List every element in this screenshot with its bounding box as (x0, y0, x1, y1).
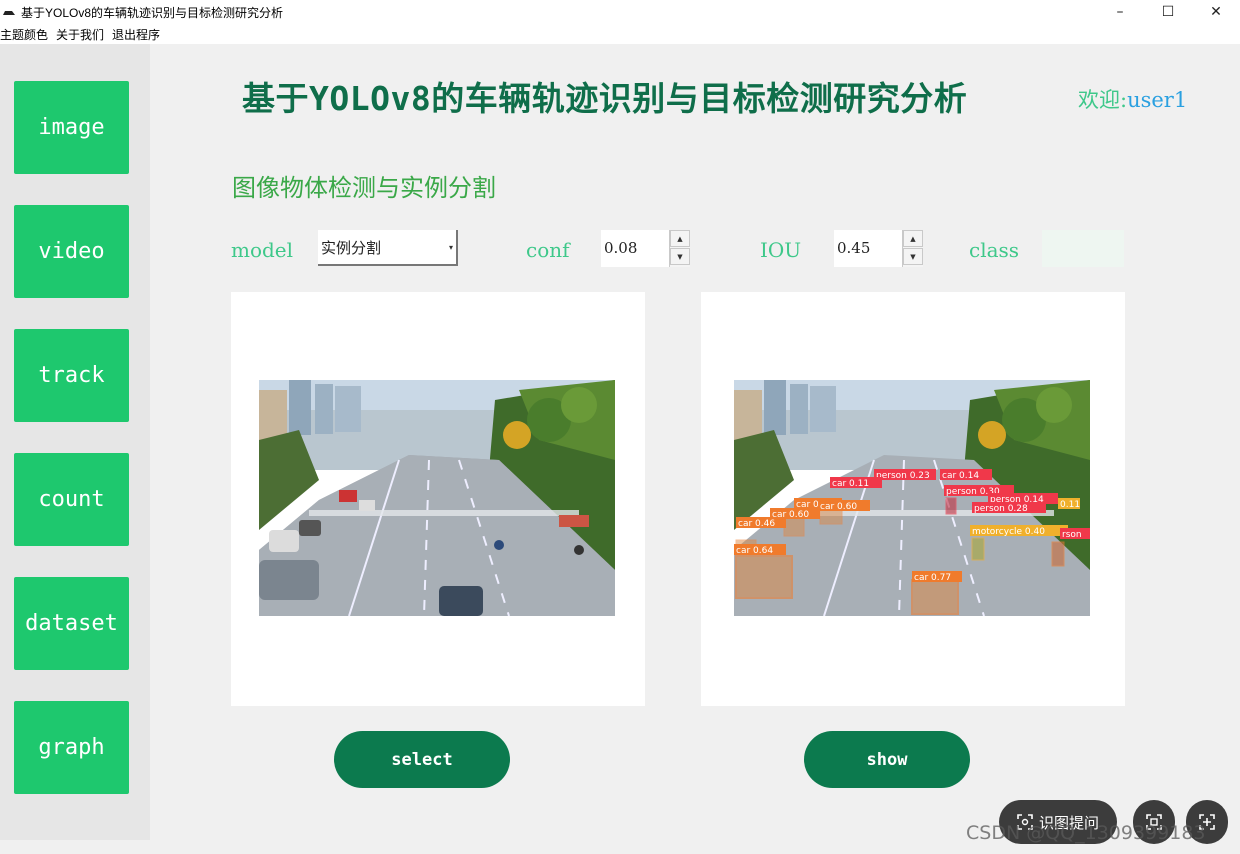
detection-label: car 0.14 (940, 469, 992, 481)
detection-label: person 0.28 (972, 502, 1046, 514)
detection-label: rson (1060, 528, 1090, 540)
svg-text:car 0.60: car 0.60 (820, 502, 857, 512)
app-icon (3, 11, 15, 15)
conf-spinbox[interactable]: 0.08 ▲ ▼ (601, 230, 690, 267)
sidebar-item-graph[interactable]: graph (14, 701, 129, 794)
sidebar-item-video[interactable]: video (14, 205, 129, 298)
menu-item-theme[interactable]: 主题颜色 (0, 26, 48, 43)
iou-label: IOU (760, 238, 802, 262)
maximize-button[interactable]: ☐ (1144, 0, 1192, 24)
conf-increment-icon[interactable]: ▲ (670, 230, 690, 247)
username: user1 (1127, 88, 1188, 112)
section-title: 图像物体检测与实例分割 (232, 174, 496, 202)
detection-label: 0.11 (1058, 498, 1080, 510)
input-image (259, 380, 615, 616)
svg-text:car 0.11: car 0.11 (832, 479, 869, 489)
select-button[interactable]: select (334, 731, 510, 788)
welcome-label: 欢迎: (1078, 88, 1128, 112)
show-button[interactable]: show (804, 731, 970, 788)
svg-text:person 0.28: person 0.28 (974, 504, 1028, 514)
model-select-value: 实例分割 (321, 238, 382, 257)
conf-value: 0.08 (604, 239, 638, 257)
detection-label: car 0.60 (818, 500, 870, 512)
detection-label: car 0.77 (912, 571, 962, 583)
output-image: person 0.23 car 0.14 car 0.11 person 0.3… (734, 380, 1090, 616)
page-title: 基于YOLOv8的车辆轨迹识别与目标检测研究分析 (242, 79, 968, 118)
sidebar: image video track count dataset graph (0, 44, 150, 840)
iou-value: 0.45 (837, 239, 871, 257)
svg-text:car 0.14: car 0.14 (942, 471, 979, 481)
svg-text:car 0.60: car 0.60 (772, 510, 809, 520)
dropdown-caret-icon: ▾ (448, 243, 453, 252)
svg-text:car 0.64: car 0.64 (736, 546, 773, 556)
svg-text:car 0.77: car 0.77 (914, 573, 951, 583)
detection-label: person 0.23 (874, 469, 936, 481)
minimize-button[interactable]: – (1096, 0, 1144, 24)
window-title: 基于YOLOv8的车辆轨迹识别与目标检测研究分析 (21, 5, 284, 20)
menu-bar: 主题颜色 关于我们 退出程序 (0, 24, 1240, 44)
class-input[interactable] (1042, 230, 1124, 267)
window-titlebar: 基于YOLOv8的车辆轨迹识别与目标检测研究分析 – ☐ ✕ (0, 0, 1240, 24)
menu-item-about[interactable]: 关于我们 (56, 26, 104, 43)
detection-label: car 0.11 (830, 477, 882, 489)
detection-label: car 0.64 (734, 544, 786, 556)
svg-text:car 0.46: car 0.46 (738, 519, 775, 529)
model-label: model (231, 238, 294, 262)
close-button[interactable]: ✕ (1192, 0, 1240, 24)
conf-label: conf (526, 238, 570, 262)
iou-spin-arrows: ▲ ▼ (902, 230, 923, 267)
sidebar-item-image[interactable]: image (14, 81, 129, 174)
sidebar-item-dataset[interactable]: dataset (14, 577, 129, 670)
svg-text:person 0.23: person 0.23 (876, 471, 930, 481)
svg-text:0.11: 0.11 (1060, 500, 1080, 510)
sidebar-item-count[interactable]: count (14, 453, 129, 546)
model-select[interactable]: 实例分割 ▾ (318, 230, 458, 266)
conf-spin-arrows: ▲ ▼ (669, 230, 690, 267)
welcome-text: 欢迎:user1 (1078, 84, 1187, 114)
sidebar-item-track[interactable]: track (14, 329, 129, 422)
detection-label: car 0.60 (770, 508, 820, 520)
class-label: class (969, 238, 1020, 262)
detection-label: motorcycle 0.40 (970, 525, 1068, 537)
svg-text:motorcycle 0.40: motorcycle 0.40 (972, 527, 1045, 537)
conf-decrement-icon[interactable]: ▼ (670, 248, 690, 265)
svg-text:rson: rson (1062, 530, 1082, 540)
window-controls: – ☐ ✕ (1096, 0, 1240, 24)
iou-increment-icon[interactable]: ▲ (903, 230, 923, 247)
iou-spinbox[interactable]: 0.45 ▲ ▼ (834, 230, 923, 267)
iou-decrement-icon[interactable]: ▼ (903, 248, 923, 265)
input-image-panel (231, 292, 645, 706)
output-image-panel: person 0.23 car 0.14 car 0.11 person 0.3… (701, 292, 1125, 706)
menu-item-exit[interactable]: 退出程序 (112, 26, 160, 43)
watermark: CSDN @QQ_1309399183 (966, 822, 1206, 844)
